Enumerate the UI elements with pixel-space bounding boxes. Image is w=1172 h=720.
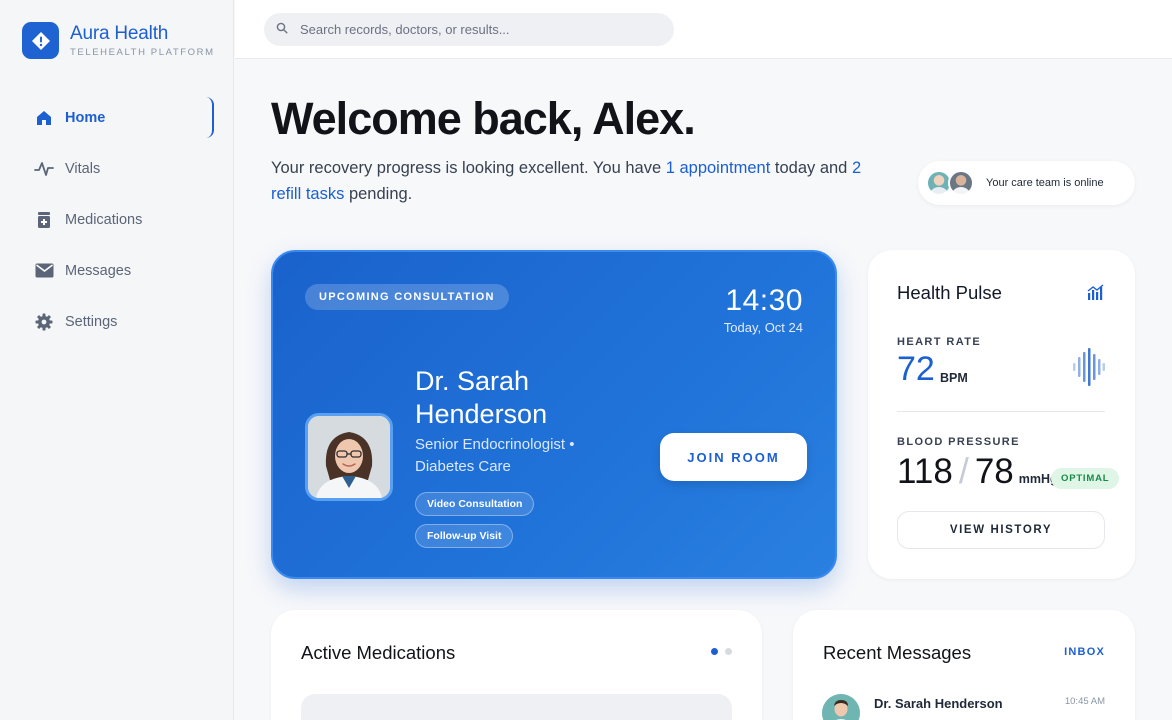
sidebar: Aura Health TELEHEALTH PLATFORM Home Vit… [0, 0, 234, 720]
sidebar-item-label: Home [65, 109, 106, 126]
welcome-text: pending. [344, 185, 413, 203]
consultation-badge: UPCOMING CONSULTATION [305, 284, 509, 310]
brand-name: Aura Health [70, 23, 169, 44]
pulse-icon [34, 159, 54, 179]
view-history-button[interactable]: VIEW HISTORY [897, 511, 1105, 549]
sidebar-nav: Home Vitals Medications Messages Setting… [0, 92, 234, 347]
doctor-name: Dr. Sarah Henderson [415, 366, 548, 429]
heartbeat-wave-icon [1073, 348, 1105, 391]
welcome-text: Your recovery progress is looking excell… [271, 159, 666, 177]
avatar [822, 694, 860, 720]
active-medications-card: Active Medications [271, 610, 762, 720]
care-team-status[interactable]: Your care team is online [918, 161, 1135, 205]
envelope-icon [34, 261, 54, 281]
message-sender[interactable]: Dr. Sarah Henderson [874, 696, 1003, 711]
sidebar-item-label: Messages [65, 262, 132, 279]
sidebar-item-home[interactable]: Home [0, 92, 234, 143]
appointment-link[interactable]: 1 appointment [666, 159, 771, 177]
recent-messages-card: Recent Messages INBOX Dr. Sarah Henderso… [793, 610, 1135, 720]
brand-subtitle: TELEHEALTH PLATFORM [70, 47, 215, 58]
brand-logo-icon [22, 22, 59, 59]
medications-title: Active Medications [301, 642, 456, 663]
bp-systolic: 118 [897, 452, 953, 491]
consultation-date: Today, Oct 24 [723, 320, 803, 335]
consultation-time-value: 14:30 [725, 284, 803, 317]
divider [897, 411, 1105, 412]
gear-icon [34, 312, 54, 332]
bp-diastolic: 78 [974, 452, 1014, 491]
doctor-photo [305, 413, 393, 501]
consultation-tag-follow-up: Follow-up Visit [415, 524, 514, 548]
home-icon [34, 108, 54, 128]
health-pulse-title: Health Pulse [897, 282, 1002, 303]
top-bar [235, 0, 1172, 59]
heart-rate-value: 72 [897, 350, 935, 388]
welcome-text: today and [770, 159, 852, 177]
sidebar-item-label: Settings [65, 313, 118, 330]
sidebar-item-medications[interactable]: Medications [0, 194, 234, 245]
inbox-link[interactable]: INBOX [1064, 646, 1105, 658]
carousel-dot[interactable] [725, 648, 732, 655]
search-bar[interactable] [264, 13, 674, 46]
sidebar-item-vitals[interactable]: Vitals [0, 143, 234, 194]
upcoming-consultation-card: UPCOMING CONSULTATION 14:30 Today, Oct 2… [271, 250, 837, 579]
sidebar-item-settings[interactable]: Settings [0, 296, 234, 347]
welcome-subtitle: Your recovery progress is looking excell… [271, 155, 891, 207]
sidebar-item-messages[interactable]: Messages [0, 245, 234, 296]
consultation-time: 14:30 Today, Oct 24 [724, 284, 803, 335]
join-room-button[interactable]: JOIN ROOM [660, 433, 807, 481]
sidebar-item-label: Vitals [65, 160, 101, 177]
status-badge: OPTIMAL [1051, 468, 1120, 489]
health-pulse-card: Health Pulse HEART RATE 72 BPM BLOOD PRE… [868, 250, 1135, 579]
bp-separator: / [958, 450, 969, 491]
heart-rate-label: HEART RATE [897, 336, 982, 348]
sidebar-item-label: Medications [65, 211, 143, 228]
medication-item[interactable] [301, 694, 732, 720]
blood-pressure-value: 118 / 78 mmHg [897, 450, 1058, 492]
search-input[interactable] [300, 22, 660, 37]
care-team-avatar [948, 170, 974, 196]
carousel-dots [704, 648, 732, 655]
brand[interactable]: Aura Health TELEHEALTH PLATFORM [22, 22, 215, 59]
pill-bottle-icon [34, 210, 54, 230]
heart-rate-unit: BPM [940, 371, 968, 385]
search-icon [276, 21, 288, 39]
message-timestamp: 10:45 AM [1064, 696, 1105, 707]
consultation-tag-video: Video Consultation [415, 492, 535, 516]
page-title: Welcome back, Alex. [271, 93, 696, 144]
care-team-status-text: Your care team is online [986, 177, 1104, 189]
blood-pressure-label: BLOOD PRESSURE [897, 436, 1020, 448]
messages-title: Recent Messages [823, 642, 972, 663]
carousel-dot[interactable] [711, 648, 718, 655]
doctor-specialty: Senior Endocrinologist • Diabetes Care [415, 436, 575, 475]
analytics-chart-icon[interactable] [1087, 284, 1105, 305]
